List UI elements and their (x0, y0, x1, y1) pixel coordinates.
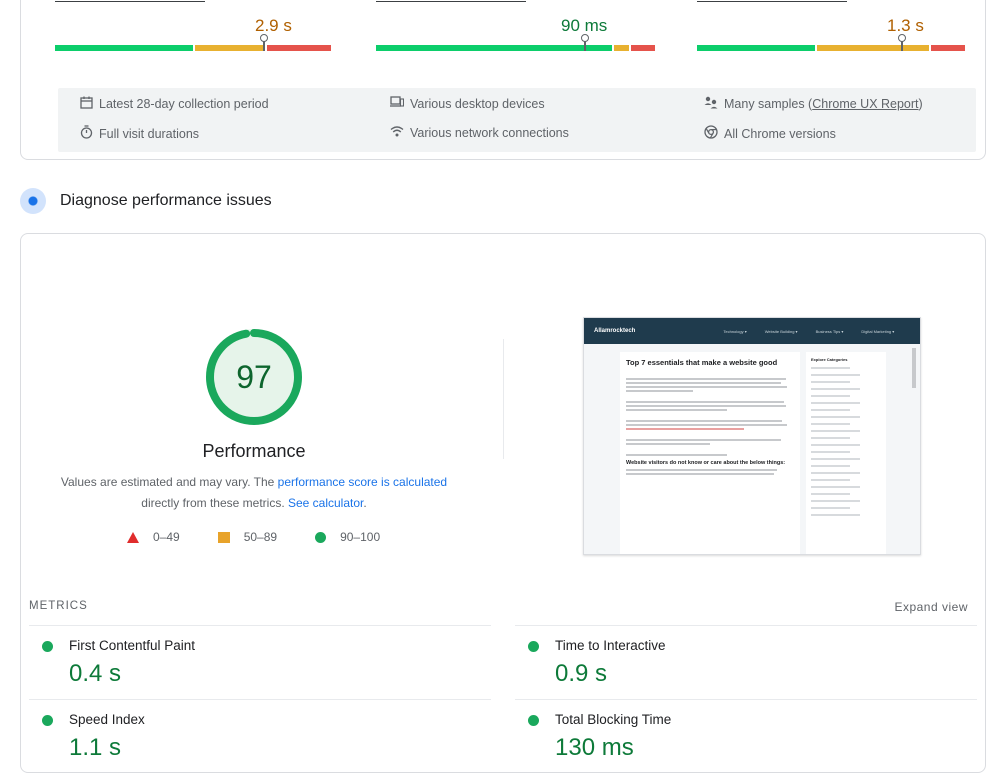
metric-name: Time to Interactive (555, 638, 666, 653)
performance-score: 97 (236, 358, 272, 395)
triangle-icon (127, 531, 139, 543)
info-text: Latest 28-day collection period (99, 97, 269, 111)
metric-name: Total Blocking Time (555, 712, 672, 727)
info-chrome-versions: All Chrome versions (704, 125, 836, 142)
diagnose-title: Diagnose performance issues (60, 192, 272, 209)
metrics-heading: METRICS (29, 600, 88, 612)
percentile-marker (898, 34, 906, 51)
score-legend: 0–49 50–89 90–100 (127, 530, 380, 544)
thumb-scrollbar (912, 348, 916, 388)
vertical-divider (503, 339, 504, 459)
info-text: Various network connections (410, 125, 569, 140)
metric-value: 90 ms (561, 16, 608, 35)
field-metric-lcp: 2.9 s (55, 0, 335, 51)
wifi-icon (390, 125, 404, 140)
metric-value: 130 ms (555, 734, 634, 761)
chrome-icon (704, 125, 718, 142)
good-status-icon (42, 641, 53, 652)
circle-icon (315, 531, 327, 543)
diagnose-section-header: Diagnose performance issues (20, 186, 272, 216)
distribution-bar (376, 45, 657, 51)
thumb-sidebar: Explore Categories (806, 352, 886, 554)
metric-value: 2.9 s (255, 16, 292, 35)
final-screenshot[interactable]: Allamrocktech Technology ▾ Website Build… (583, 317, 921, 555)
metric-value: 0.4 s (69, 660, 122, 687)
good-status-icon (528, 715, 539, 726)
thumb-article: Top 7 essentials that make a website goo… (620, 352, 800, 554)
thumb-subheading: Website visitors do not know or care abo… (626, 460, 786, 466)
expand-view-button[interactable]: Expand view (894, 600, 968, 614)
thumb-logo: Allamrocktech (594, 328, 636, 334)
info-text: All Chrome versions (724, 126, 836, 141)
field-data-card: 2.9 s 90 ms 1.3 s Latest 28-day collecti… (20, 0, 986, 160)
performance-description: Values are estimated and may vary. The p… (60, 475, 448, 510)
metric-value: 1.1 s (69, 734, 122, 761)
metric-first-contentful-paint: First Contentful Paint 0.4 s (29, 625, 491, 699)
thumb-navbar: Allamrocktech Technology ▾ Website Build… (584, 318, 920, 344)
percentile-marker (260, 34, 268, 51)
good-status-icon (42, 715, 53, 726)
legend-average: 50–89 (217, 530, 277, 544)
info-collection-period: Latest 28-day collection period (79, 96, 269, 112)
calendar-icon (79, 96, 93, 112)
distribution-bar (55, 45, 333, 51)
field-data-info-panel: Latest 28-day collection period Various … (58, 88, 976, 152)
field-metric-cls: 1.3 s (697, 0, 987, 51)
distribution-bar (697, 45, 967, 51)
metric-label-underline[interactable] (697, 1, 847, 2)
metric-value: 1.3 s (887, 16, 924, 35)
lab-data-icon (20, 188, 46, 214)
metric-name: Speed Index (69, 712, 145, 727)
performance-title: Performance (202, 441, 306, 461)
performance-gauge[interactable]: 97 (205, 328, 303, 426)
legend-poor: 0–49 (127, 530, 180, 544)
metric-label-underline[interactable] (376, 1, 526, 2)
stopwatch-icon (79, 125, 93, 142)
thumb-heading: Top 7 essentials that make a website goo… (626, 358, 778, 367)
good-status-icon (528, 641, 539, 652)
info-text: Many samples (Chrome UX Report) (724, 97, 923, 111)
lab-data-card: 97 Performance Values are estimated and … (20, 233, 986, 773)
square-icon (217, 531, 230, 543)
metric-total-blocking-time: Total Blocking Time 130 ms (515, 699, 977, 773)
info-network: Various network connections (390, 125, 569, 140)
metric-speed-index: Speed Index 1.1 s (29, 699, 491, 773)
info-samples: Many samples (Chrome UX Report) (704, 96, 923, 112)
see-calculator-link[interactable]: See calculator (288, 496, 363, 510)
metric-label-underline[interactable] (55, 1, 205, 2)
metric-name: First Contentful Paint (69, 638, 196, 653)
info-devices: Various desktop devices (390, 96, 545, 111)
info-text: Full visit durations (99, 126, 200, 141)
percentile-marker (581, 34, 589, 51)
legend-good: 90–100 (315, 530, 380, 544)
performance-score-link[interactable]: performance score is calculated (278, 475, 447, 489)
desktop-icon (390, 96, 405, 111)
info-visit-durations: Full visit durations (79, 125, 199, 142)
chrome-ux-report-link[interactable]: Chrome UX Report (812, 97, 918, 111)
metric-time-to-interactive: Time to Interactive 0.9 s (515, 625, 977, 699)
metric-value: 0.9 s (555, 660, 608, 687)
users-icon (704, 96, 718, 112)
field-metric-fid: 90 ms (376, 0, 656, 51)
info-text: Various desktop devices (410, 96, 545, 111)
